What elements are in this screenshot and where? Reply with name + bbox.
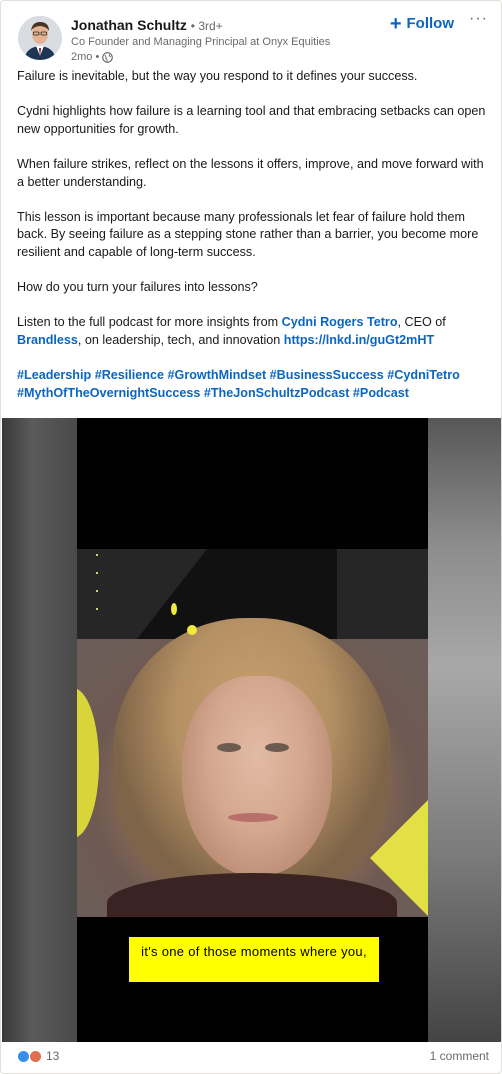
author-name[interactable]: Jonathan Schultz bbox=[71, 17, 187, 33]
mention-link[interactable]: Cydni Rogers Tetro bbox=[282, 315, 398, 329]
post-body: Failure is inevitable, but the way you r… bbox=[17, 68, 489, 402]
love-icon bbox=[29, 1049, 42, 1063]
post-paragraph: This lesson is important because many pr… bbox=[17, 209, 479, 259]
plus-icon: + bbox=[389, 12, 402, 35]
hashtag-link[interactable]: #Podcast bbox=[353, 386, 409, 400]
hashtag-link[interactable]: #GrowthMindset bbox=[168, 368, 267, 382]
post-paragraph: When failure strikes, reflect on the les… bbox=[17, 156, 484, 189]
url-link[interactable]: https://lnkd.in/guGt2mHT bbox=[284, 333, 434, 347]
reaction-count: 13 bbox=[46, 1049, 60, 1063]
video-caption: it's one of those moments where you, bbox=[129, 937, 379, 982]
hashtag-link[interactable]: #MythOfTheOvernightSuccess bbox=[17, 386, 200, 400]
video-accent bbox=[187, 625, 197, 635]
author-headline: Co Founder and Managing Principal at Ony… bbox=[71, 36, 331, 48]
video-blur-left bbox=[2, 418, 77, 1042]
post-meta: 2mo • bbox=[71, 50, 330, 65]
more-options-icon[interactable]: ··· bbox=[469, 10, 488, 28]
post-paragraph: Failure is inevitable, but the way you r… bbox=[17, 69, 418, 83]
video-player[interactable]: it's one of those moments where you, bbox=[2, 418, 501, 1042]
feed-post: Jonathan Schultz • 3rd+ Co Founder and M… bbox=[0, 0, 502, 1074]
hashtag-link[interactable]: #BusinessSuccess bbox=[270, 368, 384, 382]
hashtag-link[interactable]: #TheJonSchultzPodcast bbox=[204, 386, 350, 400]
mention-link[interactable]: Brandless bbox=[17, 333, 78, 347]
hashtag-link[interactable]: #CydniTetro bbox=[387, 368, 460, 382]
post-paragraph: Cydni highlights how failure is a learni… bbox=[17, 104, 486, 136]
post-time: 2mo • bbox=[71, 51, 100, 63]
speaker-mouth bbox=[228, 813, 278, 822]
video-accent bbox=[171, 603, 177, 615]
speaker-eye bbox=[265, 743, 289, 752]
comments-count[interactable]: 1 comment bbox=[430, 1049, 489, 1063]
hashtags: #Leadership #Resilience #GrowthMindset #… bbox=[17, 367, 489, 402]
hashtag-link[interactable]: #Resilience bbox=[95, 368, 164, 382]
author-info: Jonathan Schultz • 3rd+ Co Founder and M… bbox=[71, 17, 330, 65]
post-header: Jonathan Schultz • 3rd+ Co Founder and M… bbox=[18, 10, 488, 65]
reactions-count[interactable]: 13 bbox=[17, 1049, 59, 1063]
video-frame: it's one of those moments where you, bbox=[77, 418, 428, 1042]
follow-button[interactable]: + Follow bbox=[389, 12, 455, 35]
video-dots bbox=[96, 554, 100, 634]
post-paragraph: Listen to the full podcast for more insi… bbox=[17, 315, 446, 347]
connection-degree: • 3rd+ bbox=[190, 19, 223, 33]
speaker-eye bbox=[217, 743, 241, 752]
post-paragraph: How do you turn your failures into lesso… bbox=[17, 280, 258, 295]
hashtag-link[interactable]: #Leadership bbox=[17, 368, 91, 382]
follow-label: Follow bbox=[406, 15, 455, 32]
author-avatar[interactable] bbox=[18, 16, 62, 60]
speaker-face bbox=[182, 676, 332, 876]
globe-icon bbox=[102, 52, 114, 63]
social-counts: 13 1 comment bbox=[17, 1047, 489, 1067]
video-blur-right bbox=[428, 418, 501, 1042]
